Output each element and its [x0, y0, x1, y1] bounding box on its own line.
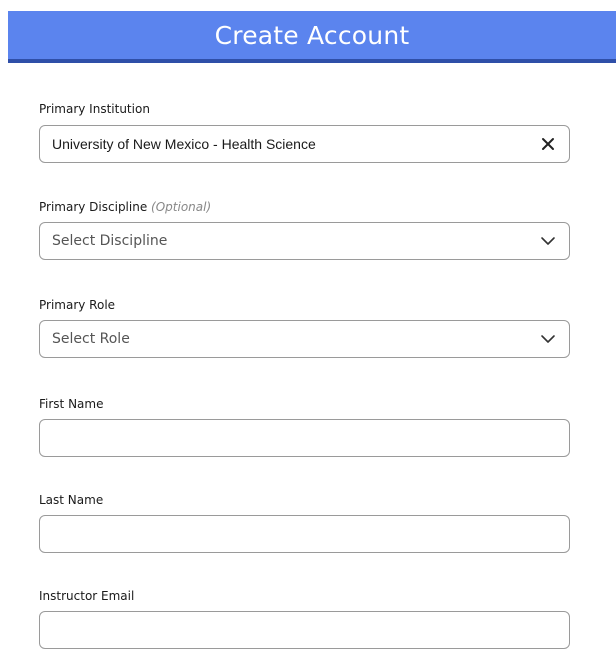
discipline-label-text: Primary Discipline [39, 200, 148, 214]
chevron-down-icon[interactable] [539, 232, 557, 250]
last-name-input[interactable] [39, 515, 570, 553]
discipline-select[interactable]: Select Discipline [39, 222, 570, 260]
discipline-optional-text: (Optional) [151, 200, 212, 214]
discipline-placeholder: Select Discipline [52, 233, 168, 249]
first-name-label: First Name [39, 397, 103, 411]
institution-label: Primary Institution [39, 102, 150, 116]
institution-label-text: Primary Institution [39, 102, 150, 116]
page-header: Create Account [8, 11, 616, 63]
instructor-email-input[interactable] [39, 611, 570, 649]
instructor-email-label-text: Instructor Email [39, 589, 135, 603]
role-placeholder: Select Role [52, 331, 130, 347]
institution-value: University of New Mexico - Health Scienc… [52, 136, 316, 152]
close-icon[interactable] [539, 135, 557, 153]
last-name-label: Last Name [39, 493, 103, 507]
chevron-down-icon[interactable] [539, 330, 557, 348]
first-name-label-text: First Name [39, 397, 104, 411]
discipline-label: Primary Discipline (Optional) [39, 200, 211, 214]
role-label-text: Primary Role [39, 298, 116, 312]
role-select[interactable]: Select Role [39, 320, 570, 358]
first-name-input[interactable] [39, 419, 570, 457]
role-label: Primary Role [39, 298, 115, 312]
last-name-label-text: Last Name [39, 493, 104, 507]
institution-select[interactable]: University of New Mexico - Health Scienc… [39, 125, 570, 163]
page-title: Create Account [214, 20, 410, 50]
instructor-email-label: Instructor Email [39, 589, 134, 603]
